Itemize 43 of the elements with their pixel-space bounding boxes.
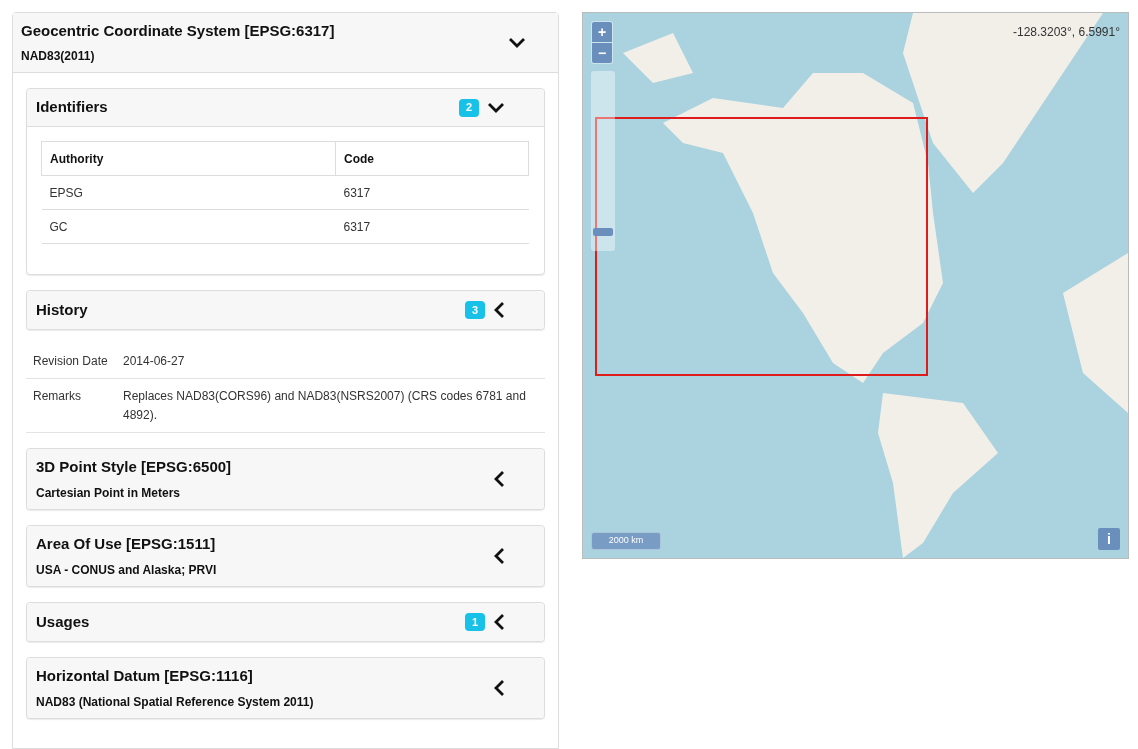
- chevron-left-icon[interactable]: [493, 613, 505, 631]
- section-title: 3D Point Style [EPSG:6500]: [36, 457, 232, 478]
- panel-title: Geocentric Coordinate System [EPSG:6317]: [21, 21, 335, 42]
- coordinates-readout: -128.3203°, 6.5991°: [1013, 24, 1120, 41]
- detail-value: Replaces NAD83(CORS96) and NAD83(NSRS2007) (CRS codes 6781 and 4892).: [123, 388, 527, 424]
- section-title: Identifiers: [36, 97, 108, 118]
- column-header: Authority: [41, 141, 336, 176]
- detail-value: 2014-06-27: [123, 353, 186, 370]
- chevron-down-icon[interactable]: [487, 101, 505, 114]
- chevron-down-icon[interactable]: [508, 36, 526, 49]
- scale-bar: 2000 km: [591, 532, 661, 550]
- table-cell: 6317: [335, 175, 529, 210]
- chevron-left-icon[interactable]: [493, 679, 505, 697]
- section-header[interactable]: Horizontal Datum [EPSG:1116] NAD83 (National Spatial Reference System 2011): [27, 658, 544, 718]
- panel-subtitle: NAD83(2011): [21, 47, 96, 65]
- chevron-left-icon[interactable]: [493, 547, 505, 565]
- zoom-slider-track[interactable]: [591, 71, 615, 251]
- count-badge: 1: [465, 613, 485, 631]
- section-title: Horizontal Datum [EPSG:1116]: [36, 666, 254, 687]
- section-header[interactable]: History 3: [27, 291, 544, 329]
- zoom-slider-thumb[interactable]: [593, 228, 613, 236]
- section-header[interactable]: Identifiers 2: [27, 89, 544, 127]
- section-title: Area Of Use [EPSG:1511]: [36, 534, 217, 555]
- detail-label: Revision Date: [33, 353, 109, 370]
- table-cell: EPSG: [41, 175, 336, 210]
- map-view[interactable]: + − -128.3203°, 6.5991° 2000 km i: [582, 12, 1129, 559]
- table-cell: GC: [41, 209, 336, 244]
- detail-label: Remarks: [33, 388, 82, 405]
- chevron-left-icon[interactable]: [493, 301, 505, 319]
- section-subtitle: Cartesian Point in Meters: [36, 484, 182, 502]
- count-badge: 2: [459, 98, 479, 117]
- section-subtitle: NAD83 (National Spatial Reference System 2011): [36, 693, 314, 711]
- table-cell: 6317: [335, 209, 529, 244]
- chevron-left-icon[interactable]: [493, 470, 505, 488]
- section-header[interactable]: Usages 1: [27, 603, 544, 641]
- panel-header[interactable]: Geocentric Coordinate System [EPSG:6317] NAD83(2011): [13, 13, 558, 73]
- section-title: Usages: [36, 611, 90, 632]
- section-subtitle: USA - CONUS and Alaska; PRVI: [36, 561, 217, 579]
- section-header[interactable]: Area Of Use [EPSG:1511] USA - CONUS and Alaska; PRVI: [27, 526, 544, 586]
- section-title: History: [36, 299, 88, 320]
- count-badge: 3: [465, 301, 485, 319]
- section-header[interactable]: 3D Point Style [EPSG:6500] Cartesian Point in Meters: [27, 449, 544, 509]
- column-header: Code: [335, 141, 529, 176]
